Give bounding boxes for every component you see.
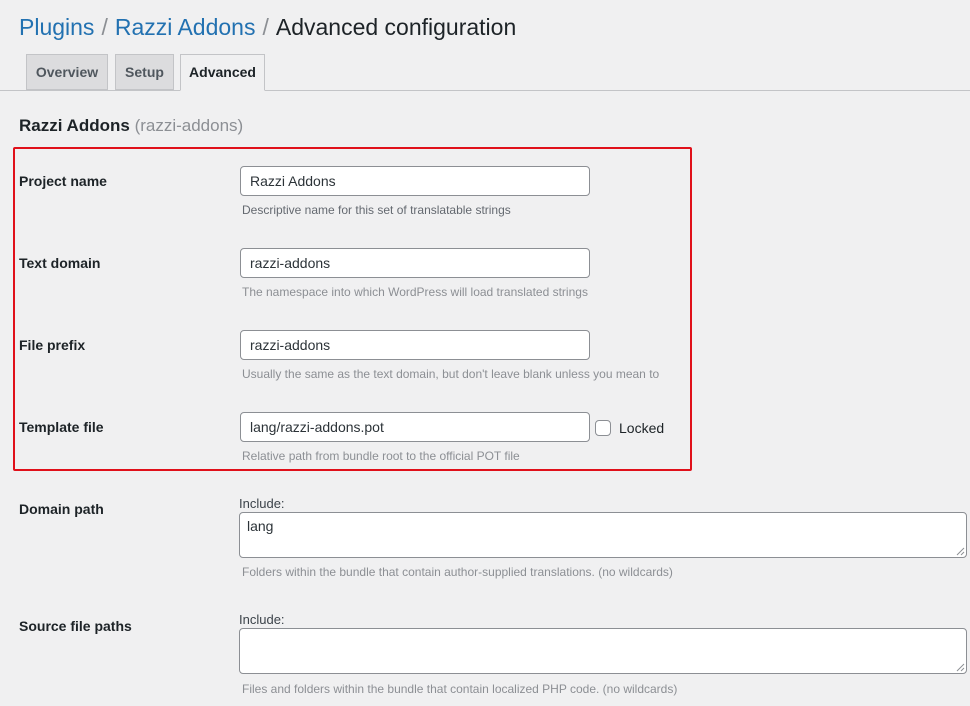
source-file-paths-description: Files and folders within the bundle that… bbox=[242, 682, 678, 696]
domain-path-description: Folders within the bundle that contain a… bbox=[242, 565, 673, 579]
project-name-input[interactable]: Razzi Addons bbox=[240, 166, 590, 196]
breadcrumb: Plugins / Razzi Addons / Advanced configurat… bbox=[19, 10, 516, 44]
breadcrumb-separator: / bbox=[101, 14, 108, 40]
source-file-paths-include-label: Include: bbox=[239, 612, 285, 627]
resize-handle-icon[interactable] bbox=[955, 662, 965, 672]
domain-path-include-label: Include: bbox=[239, 496, 285, 511]
file-prefix-label: File prefix bbox=[19, 337, 86, 353]
template-file-label: Template file bbox=[19, 419, 104, 435]
project-name-description: Descriptive name for this set of transla… bbox=[242, 203, 511, 217]
tab-advanced[interactable]: Advanced bbox=[180, 54, 265, 91]
locked-checkbox[interactable] bbox=[595, 420, 611, 436]
breadcrumb-plugins-link[interactable]: Plugins bbox=[19, 14, 94, 40]
breadcrumb-plugin-link[interactable]: Razzi Addons bbox=[115, 14, 256, 40]
template-file-description: Relative path from bundle root to the of… bbox=[242, 449, 520, 463]
page-title: Advanced configuration bbox=[275, 14, 517, 40]
tab-setup[interactable]: Setup bbox=[115, 54, 174, 90]
text-domain-description: The namespace into which WordPress will … bbox=[242, 285, 588, 299]
source-file-paths-label: Source file paths bbox=[19, 618, 132, 634]
text-domain-label: Text domain bbox=[19, 255, 101, 271]
file-prefix-input[interactable]: razzi-addons bbox=[240, 330, 590, 360]
source-file-paths-textarea[interactable] bbox=[239, 628, 967, 674]
domain-path-label: Domain path bbox=[19, 501, 104, 517]
breadcrumb-separator: / bbox=[262, 14, 269, 40]
project-slug: (razzi-addons) bbox=[134, 116, 244, 135]
locked-checkbox-label[interactable]: Locked bbox=[619, 418, 664, 438]
tab-bar: Overview Setup Advanced bbox=[0, 54, 970, 91]
project-name-heading: Razzi Addons bbox=[19, 116, 130, 135]
template-file-input[interactable]: lang/razzi-addons.pot bbox=[240, 412, 590, 442]
project-name-label: Project name bbox=[19, 173, 107, 189]
text-domain-input[interactable]: razzi-addons bbox=[240, 248, 590, 278]
resize-handle-icon[interactable] bbox=[955, 546, 965, 556]
domain-path-textarea[interactable]: lang bbox=[239, 512, 967, 558]
advanced-configuration-page: Plugins / Razzi Addons / Advanced configurat… bbox=[0, 0, 970, 706]
tab-overview[interactable]: Overview bbox=[26, 54, 108, 90]
file-prefix-description: Usually the same as the text domain, but… bbox=[242, 367, 660, 381]
domain-path-value: lang bbox=[247, 518, 274, 534]
project-heading: Razzi Addons (razzi-addons) bbox=[19, 115, 243, 137]
